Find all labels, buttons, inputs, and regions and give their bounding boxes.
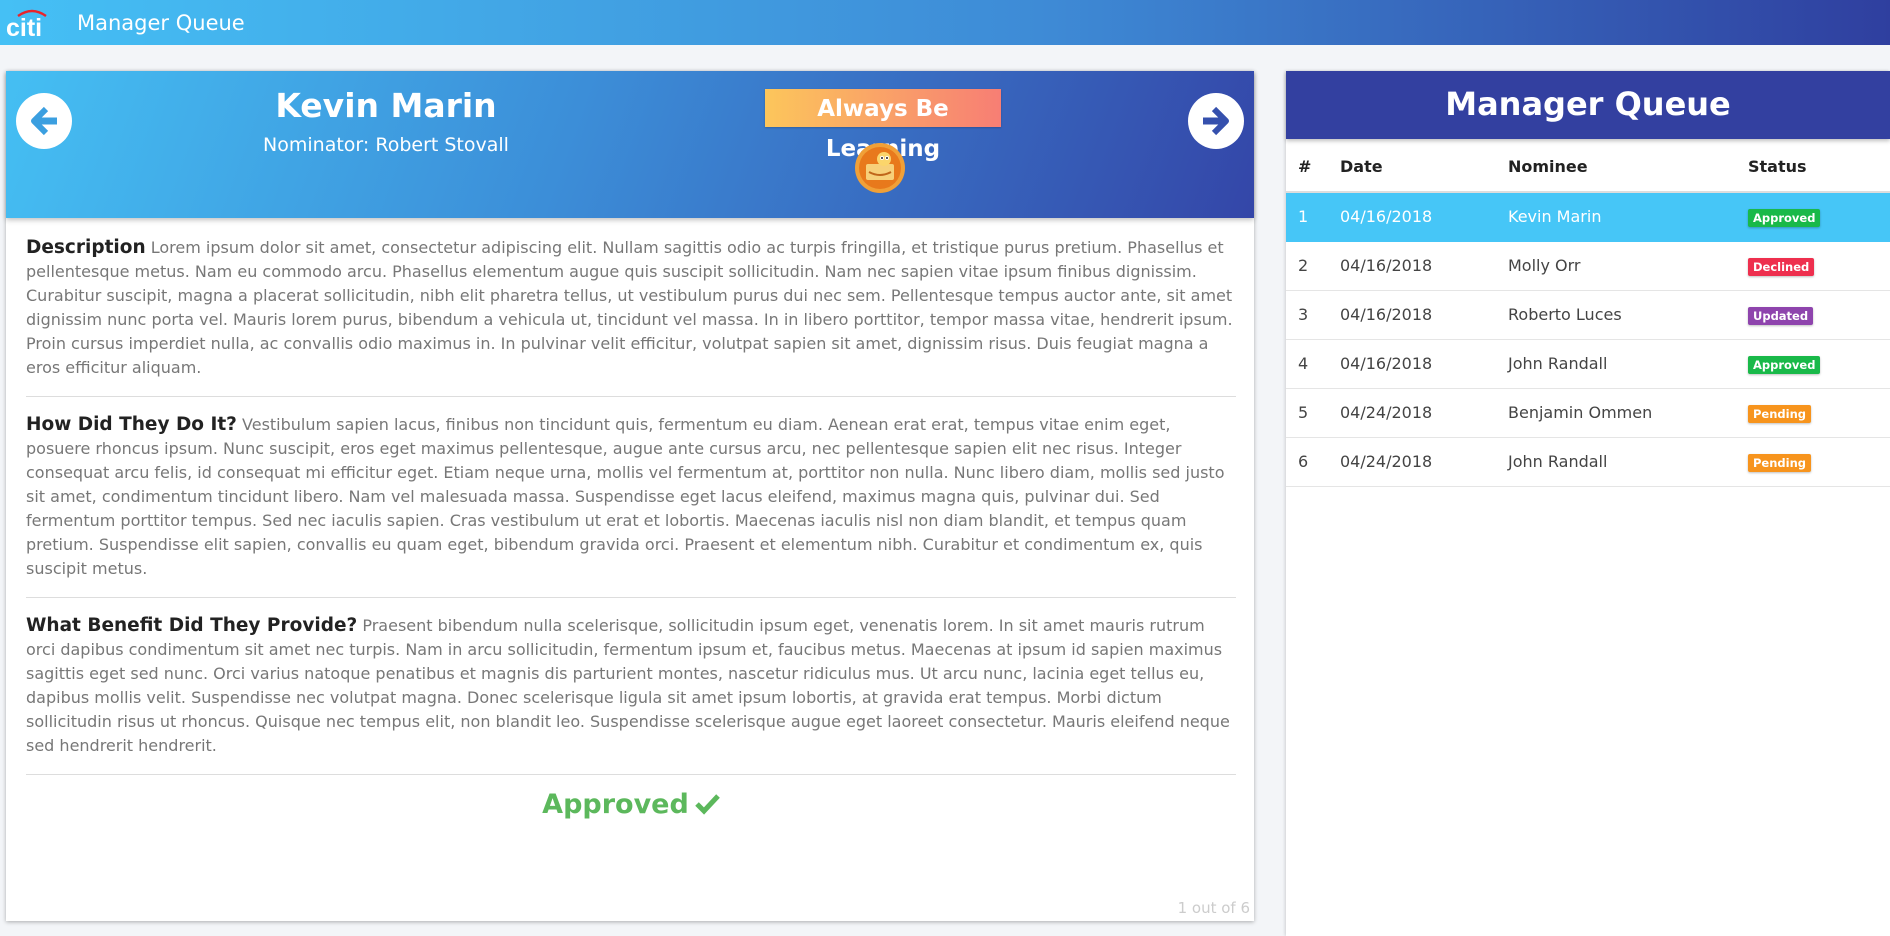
row-status: Approved (1748, 192, 1890, 242)
row-number: 2 (1286, 241, 1340, 291)
table-row[interactable]: 2 04/16/2018 Molly Orr Declined (1286, 241, 1890, 291)
row-number: 3 (1286, 290, 1340, 340)
table-row[interactable]: 5 04/24/2018 Benjamin Ommen Pending (1286, 388, 1890, 438)
row-nominee: Molly Orr (1508, 241, 1748, 291)
approval-status-text: Approved (542, 789, 689, 820)
row-number: 6 (1286, 437, 1340, 487)
next-button[interactable] (1188, 93, 1244, 149)
arrow-right-icon (1203, 106, 1229, 136)
table-row[interactable]: 6 04/24/2018 John Randall Pending (1286, 437, 1890, 487)
row-date: 04/24/2018 (1340, 388, 1508, 438)
how-section: How Did They Do It? Vestibulum sapien la… (26, 413, 1236, 598)
row-nominee: John Randall (1508, 339, 1748, 389)
table-header-row: # Date Nominee Status (1286, 139, 1890, 193)
status-badge: Declined (1748, 257, 1815, 276)
status-badge: Updated (1748, 306, 1814, 325)
table-row[interactable]: 4 04/16/2018 John Randall Approved (1286, 339, 1890, 389)
column-header-status[interactable]: Status (1748, 139, 1890, 193)
column-header-nominee[interactable]: Nominee (1508, 139, 1748, 193)
row-date: 04/24/2018 (1340, 437, 1508, 487)
arrow-left-icon (31, 106, 57, 136)
row-date: 04/16/2018 (1340, 241, 1508, 291)
row-nominee: Benjamin Ommen (1508, 388, 1748, 438)
section-text: Lorem ipsum dolor sit amet, consectetur … (26, 238, 1233, 377)
award-category-badge: Always Be Learning (765, 89, 1001, 162)
section-title: What Benefit Did They Provide? (26, 615, 358, 636)
row-date: 04/16/2018 (1340, 339, 1508, 389)
section-text: Vestibulum sapien lacus, finibus non tin… (26, 415, 1225, 578)
row-number: 5 (1286, 388, 1340, 438)
row-date: 04/16/2018 (1340, 290, 1508, 340)
previous-button[interactable] (16, 93, 72, 149)
section-text: Praesent bibendum nulla scelerisque, sol… (26, 616, 1230, 755)
nominator-name: Nominator: Robert Stovall (263, 134, 509, 156)
section-title: Description (26, 237, 146, 258)
checkmark-icon (695, 794, 720, 815)
status-badge: Approved (1748, 208, 1821, 227)
table-row[interactable]: 3 04/16/2018 Roberto Luces Updated (1286, 290, 1890, 340)
row-status: Approved (1748, 339, 1890, 389)
row-number: 1 (1286, 192, 1340, 242)
queue-title: Manager Queue (1286, 71, 1890, 139)
nomination-header: Kevin Marin Nominator: Robert Stovall Al… (6, 71, 1254, 218)
app-title: Manager Queue (77, 10, 245, 35)
row-status: Pending (1748, 437, 1890, 487)
row-status: Pending (1748, 388, 1890, 438)
table-row[interactable]: 1 04/16/2018 Kevin Marin Approved (1286, 192, 1890, 242)
status-badge: Approved (1748, 355, 1821, 374)
citi-logo[interactable]: citi (6, 7, 50, 42)
description-section: Description Lorem ipsum dolor sit amet, … (26, 236, 1236, 397)
column-header-date[interactable]: Date (1340, 139, 1508, 193)
top-navbar: citi Manager Queue (0, 0, 1890, 45)
reading-bookworm-icon (854, 142, 906, 194)
row-status: Updated (1748, 290, 1890, 340)
row-number: 4 (1286, 339, 1340, 389)
column-header-number[interactable]: # (1286, 139, 1340, 193)
nomination-body: Description Lorem ipsum dolor sit amet, … (26, 236, 1236, 820)
manager-queue-panel: Manager Queue # Date Nominee Status 1 04/… (1286, 71, 1890, 936)
row-date: 04/16/2018 (1340, 192, 1508, 242)
row-status: Declined (1748, 241, 1890, 291)
row-nominee: Roberto Luces (1508, 290, 1748, 340)
row-nominee: John Randall (1508, 437, 1748, 487)
queue-table: # Date Nominee Status 1 04/16/2018 Kevin M… (1286, 139, 1890, 487)
nomination-detail-card: Kevin Marin Nominator: Robert Stovall Al… (6, 71, 1254, 921)
approval-status: Approved (26, 789, 1236, 820)
status-badge: Pending (1748, 404, 1812, 423)
nominee-name: Kevin Marin (275, 86, 497, 125)
svg-text:citi: citi (6, 14, 42, 39)
page-counter: 1 out of 6 (1177, 899, 1250, 917)
benefit-section: What Benefit Did They Provide? Praesent … (26, 614, 1236, 775)
row-nominee: Kevin Marin (1508, 192, 1748, 242)
section-title: How Did They Do It? (26, 414, 237, 435)
status-badge: Pending (1748, 453, 1812, 472)
